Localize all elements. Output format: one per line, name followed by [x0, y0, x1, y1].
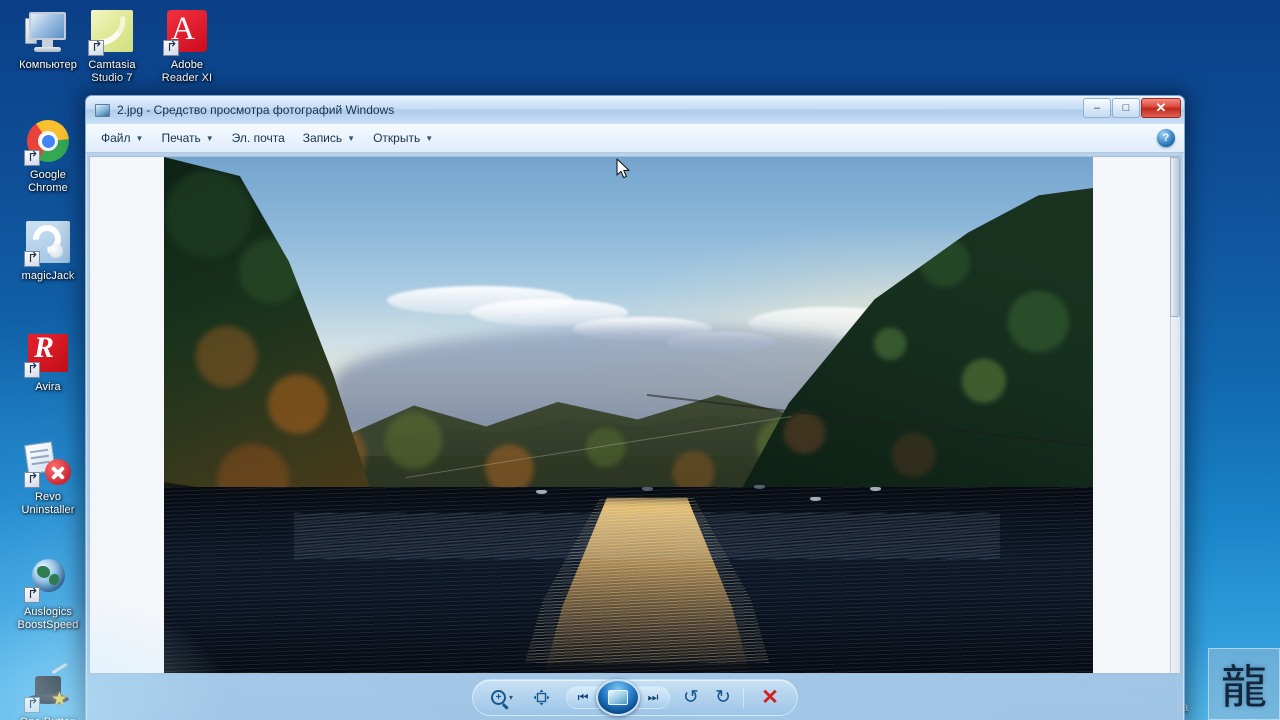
menu-label: Файл	[101, 131, 131, 145]
rotate-clockwise-button[interactable]: ↻	[708, 686, 738, 709]
desktop-icon-label: Google Chrome	[28, 169, 68, 194]
toolbar: Файл ▼ Печать ▼ Эл. почта Запись ▼ Откры…	[86, 124, 1184, 153]
menu-label: Запись	[302, 131, 343, 145]
desktop-icon-revo-uninstaller[interactable]: RevoUninstaller	[6, 440, 90, 516]
magnifier-icon: +	[490, 690, 506, 705]
photo-viewer-window[interactable]: 2.jpg - Средство просмотра фотографий Wi…	[85, 95, 1185, 720]
avira-icon: R	[24, 330, 72, 378]
menu-item-print[interactable]: Печать ▼	[152, 127, 222, 149]
menu-item-file[interactable]: Файл ▼	[92, 127, 152, 149]
navigation-group: ⏮ ⏭	[566, 679, 671, 716]
menu-item-burn[interactable]: Запись ▼	[294, 127, 364, 149]
slideshow-icon	[608, 690, 629, 705]
desktop-icon-label: magicJack	[21, 270, 75, 282]
photo-icon	[95, 103, 110, 117]
rotate-counterclockwise-button[interactable]: ↺	[676, 686, 706, 709]
photo-ripples	[294, 513, 1001, 560]
mouse-cursor	[616, 158, 630, 179]
desktop-icon-avira[interactable]: R Avira	[6, 330, 90, 394]
desktop-icon-one-button[interactable]: ★ One Button	[6, 662, 90, 720]
image-control-bar: + ▾ ⏮ ⏭ ↺ ↻ ✕	[471, 679, 799, 716]
desktop-icon-label: One Button	[6, 716, 90, 720]
adobe-reader-icon: A	[163, 8, 211, 56]
desktop[interactable]: Компьютер CamtasiaStudio 7 A AdobeReader…	[0, 0, 1280, 720]
photo-image[interactable]	[164, 157, 1093, 673]
desktop-icon-label: Adobe Reader XI	[161, 59, 213, 84]
revo-uninstaller-icon	[24, 440, 72, 488]
menu-item-email[interactable]: Эл. почта	[223, 127, 294, 149]
menu-label: Эл. почта	[231, 131, 285, 145]
globe-icon	[24, 555, 72, 603]
computer-icon	[24, 8, 72, 56]
desktop-icon-label: Camtasia Studio 7	[88, 59, 136, 84]
delete-button[interactable]: ✕	[753, 685, 787, 710]
vertical-scrollbar[interactable]	[1170, 157, 1180, 673]
desktop-icon-adobe-reader-xi[interactable]: A AdobeReader XI	[145, 8, 229, 84]
desktop-icon-camtasia-studio-7[interactable]: CamtasiaStudio 7	[70, 8, 154, 84]
chrome-icon	[24, 118, 72, 166]
photo-canvas[interactable]	[89, 156, 1181, 674]
next-image-button[interactable]: ⏭	[636, 686, 671, 709]
close-button[interactable]: ✕	[1141, 98, 1181, 118]
divider	[743, 687, 745, 708]
chevron-down-icon: ▼	[347, 133, 356, 143]
previous-image-button[interactable]: ⏮	[566, 686, 601, 709]
desktop-icon-label: Avira	[35, 381, 61, 393]
menu-label: Открыть	[373, 131, 421, 145]
slideshow-button[interactable]	[596, 679, 641, 716]
title-bar[interactable]: 2.jpg - Средство просмотра фотографий Wi…	[86, 96, 1184, 124]
desktop-icon-label: Revo Uninstaller	[21, 491, 75, 516]
desktop-icon-google-chrome[interactable]: GoogleChrome	[6, 118, 90, 194]
magic-hat-icon: ★	[24, 662, 72, 713]
chevron-down-icon: ▼	[135, 133, 144, 143]
desktop-icon-magicjack[interactable]: magicJack	[6, 219, 90, 283]
viewer-bottom-panel: + ▾ ⏮ ⏭ ↺ ↻ ✕	[86, 676, 1184, 720]
chevron-down-icon: ▼	[425, 133, 434, 143]
chevron-down-icon: ▾	[508, 693, 514, 702]
chevron-down-icon: ▼	[205, 133, 214, 143]
scrollbar-thumb[interactable]	[1170, 157, 1180, 317]
desktop-icon-auslogics-boostspeed[interactable]: AuslogicsBoostSpeed	[6, 555, 90, 631]
menu-item-open[interactable]: Открыть ▼	[364, 127, 442, 149]
camtasia-icon	[88, 8, 136, 56]
window-title: 2.jpg - Средство просмотра фотографий Wi…	[117, 103, 395, 117]
minimize-button[interactable]: –	[1083, 98, 1111, 118]
menu-label: Печать	[161, 131, 201, 145]
zoom-button[interactable]: + ▾	[483, 690, 521, 705]
window-controls: – □ ✕	[1082, 98, 1181, 118]
desktop-icon-label: Auslogics BoostSpeed	[17, 606, 79, 631]
fit-to-window-button[interactable]	[523, 689, 560, 706]
magicjack-icon	[24, 219, 72, 267]
fit-to-window-icon	[533, 689, 550, 706]
dragon-glyph: 龍	[1221, 661, 1267, 713]
dragon-icon[interactable]: 龍	[1208, 648, 1280, 720]
photo-boat	[809, 496, 821, 501]
maximize-button[interactable]: □	[1112, 98, 1140, 118]
help-icon[interactable]: ?	[1157, 129, 1175, 147]
photo-boat	[535, 489, 547, 494]
